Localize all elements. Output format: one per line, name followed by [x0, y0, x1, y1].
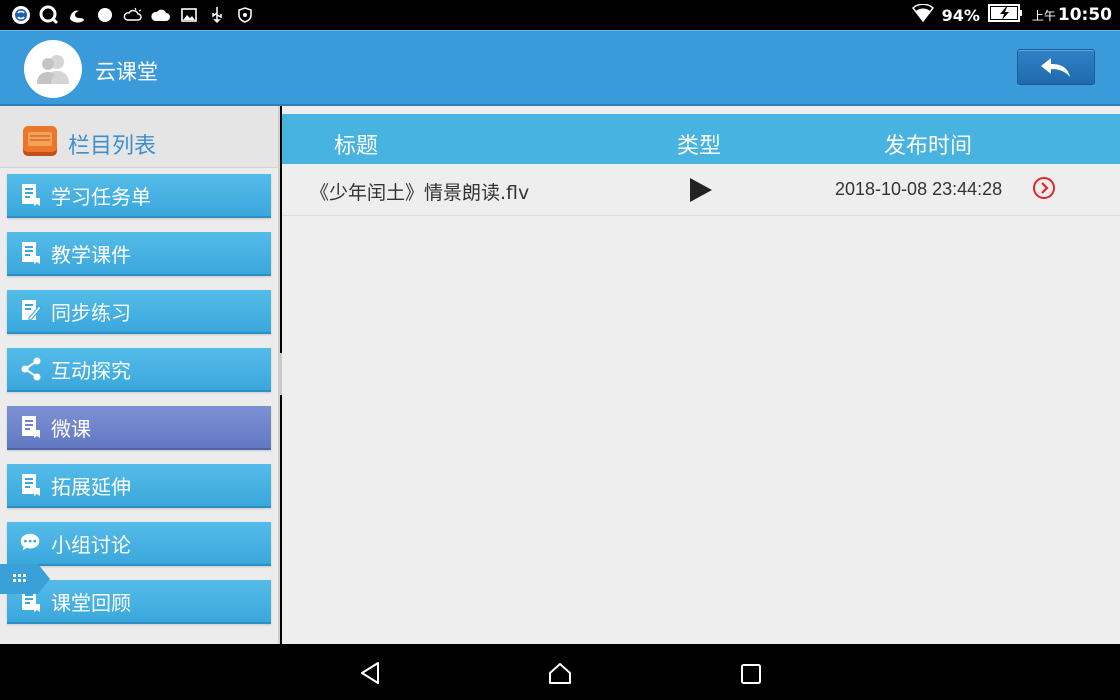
clock: 10:50	[1057, 5, 1112, 25]
time-prefix: 上午	[1031, 8, 1056, 23]
sidebar-header: 栏目列表	[0, 106, 278, 168]
sidebar-item-label: 学习任务单	[51, 184, 151, 209]
sidebar-title: 栏目列表	[68, 134, 157, 159]
content-list: 标题 类型 发布时间 《少年闰土》情景朗读.flv 2018-10-08 23:…	[282, 106, 1120, 644]
document-icon	[19, 414, 43, 440]
avatar[interactable]	[24, 40, 82, 98]
video-play-icon[interactable]	[689, 177, 713, 207]
share-icon	[19, 356, 43, 382]
open-detail-icon[interactable]	[1032, 176, 1056, 200]
wallet-icon	[23, 126, 57, 156]
sidebar-item-extension[interactable]: 拓展延伸	[7, 464, 271, 508]
usb-icon	[206, 4, 228, 26]
back-button[interactable]	[1017, 49, 1095, 85]
battery-percent: 94%	[941, 5, 980, 25]
publish-time: 2018-10-08 23:44:28	[835, 179, 1003, 199]
resource-title[interactable]: 《少年闰土》情景朗读.flv	[310, 178, 529, 205]
table-header: 标题 类型 发布时间	[282, 114, 1120, 164]
sidebar-item-label: 教学课件	[51, 242, 131, 267]
app-title: 云课堂	[95, 60, 158, 84]
sidebar-item-practice[interactable]: 同步练习	[7, 290, 271, 334]
sidebar-item-group-discussion[interactable]: 小组讨论	[7, 522, 271, 566]
app-header: 云课堂	[0, 30, 1120, 106]
notification-icons	[10, 4, 256, 26]
column-header-title: 标题	[334, 134, 379, 159]
sidebar-item-study-tasks[interactable]: 学习任务单	[7, 174, 271, 218]
system-navigation-bar	[0, 644, 1120, 700]
system-status: 94% 上午 10:50	[911, 3, 1112, 27]
uc-icon	[66, 4, 88, 26]
sidebar-item-label: 同步练习	[51, 300, 131, 325]
back-nav-icon[interactable]	[356, 658, 386, 688]
sidebar-item-courseware[interactable]: 教学课件	[7, 232, 271, 276]
sogou-icon	[10, 4, 32, 26]
wifi-icon	[911, 3, 934, 26]
battery-charging-icon	[987, 3, 1024, 27]
column-header-publish-time: 发布时间	[884, 134, 973, 159]
sidebar-item-label: 拓展延伸	[51, 474, 131, 499]
document-icon	[19, 472, 43, 498]
sidebar-item-label: 互动探究	[51, 358, 131, 383]
home-nav-icon[interactable]	[545, 658, 575, 688]
sidebar-item-label: 小组讨论	[51, 532, 131, 557]
sidebar-item-label: 课堂回顾	[51, 590, 131, 615]
dot-icon	[94, 4, 116, 26]
back-arrow-icon	[1041, 58, 1070, 77]
users-icon	[37, 55, 69, 84]
grid-icon	[0, 564, 50, 594]
shield-icon	[234, 4, 256, 26]
table-row[interactable]: 《少年闰土》情景朗读.flv 2018-10-08 23:44:28	[282, 166, 1120, 216]
image-icon	[178, 4, 200, 26]
apps-drawer-tab[interactable]	[0, 564, 50, 594]
sidebar-item-label: 微课	[51, 416, 91, 441]
status-bar: 94% 上午 10:50	[0, 0, 1120, 30]
edit-document-icon	[19, 298, 43, 324]
qq-browser-icon	[38, 4, 60, 26]
sidebar-item-interactive[interactable]: 互动探究	[7, 348, 271, 392]
sidebar-item-micro-lesson[interactable]: 微课	[7, 406, 271, 450]
weather-icon	[122, 4, 144, 26]
document-icon	[19, 240, 43, 266]
recents-nav-icon[interactable]	[736, 658, 766, 688]
cloud-icon	[150, 4, 172, 26]
document-icon	[19, 182, 43, 208]
column-header-type: 类型	[677, 134, 722, 159]
chat-icon	[19, 530, 43, 556]
